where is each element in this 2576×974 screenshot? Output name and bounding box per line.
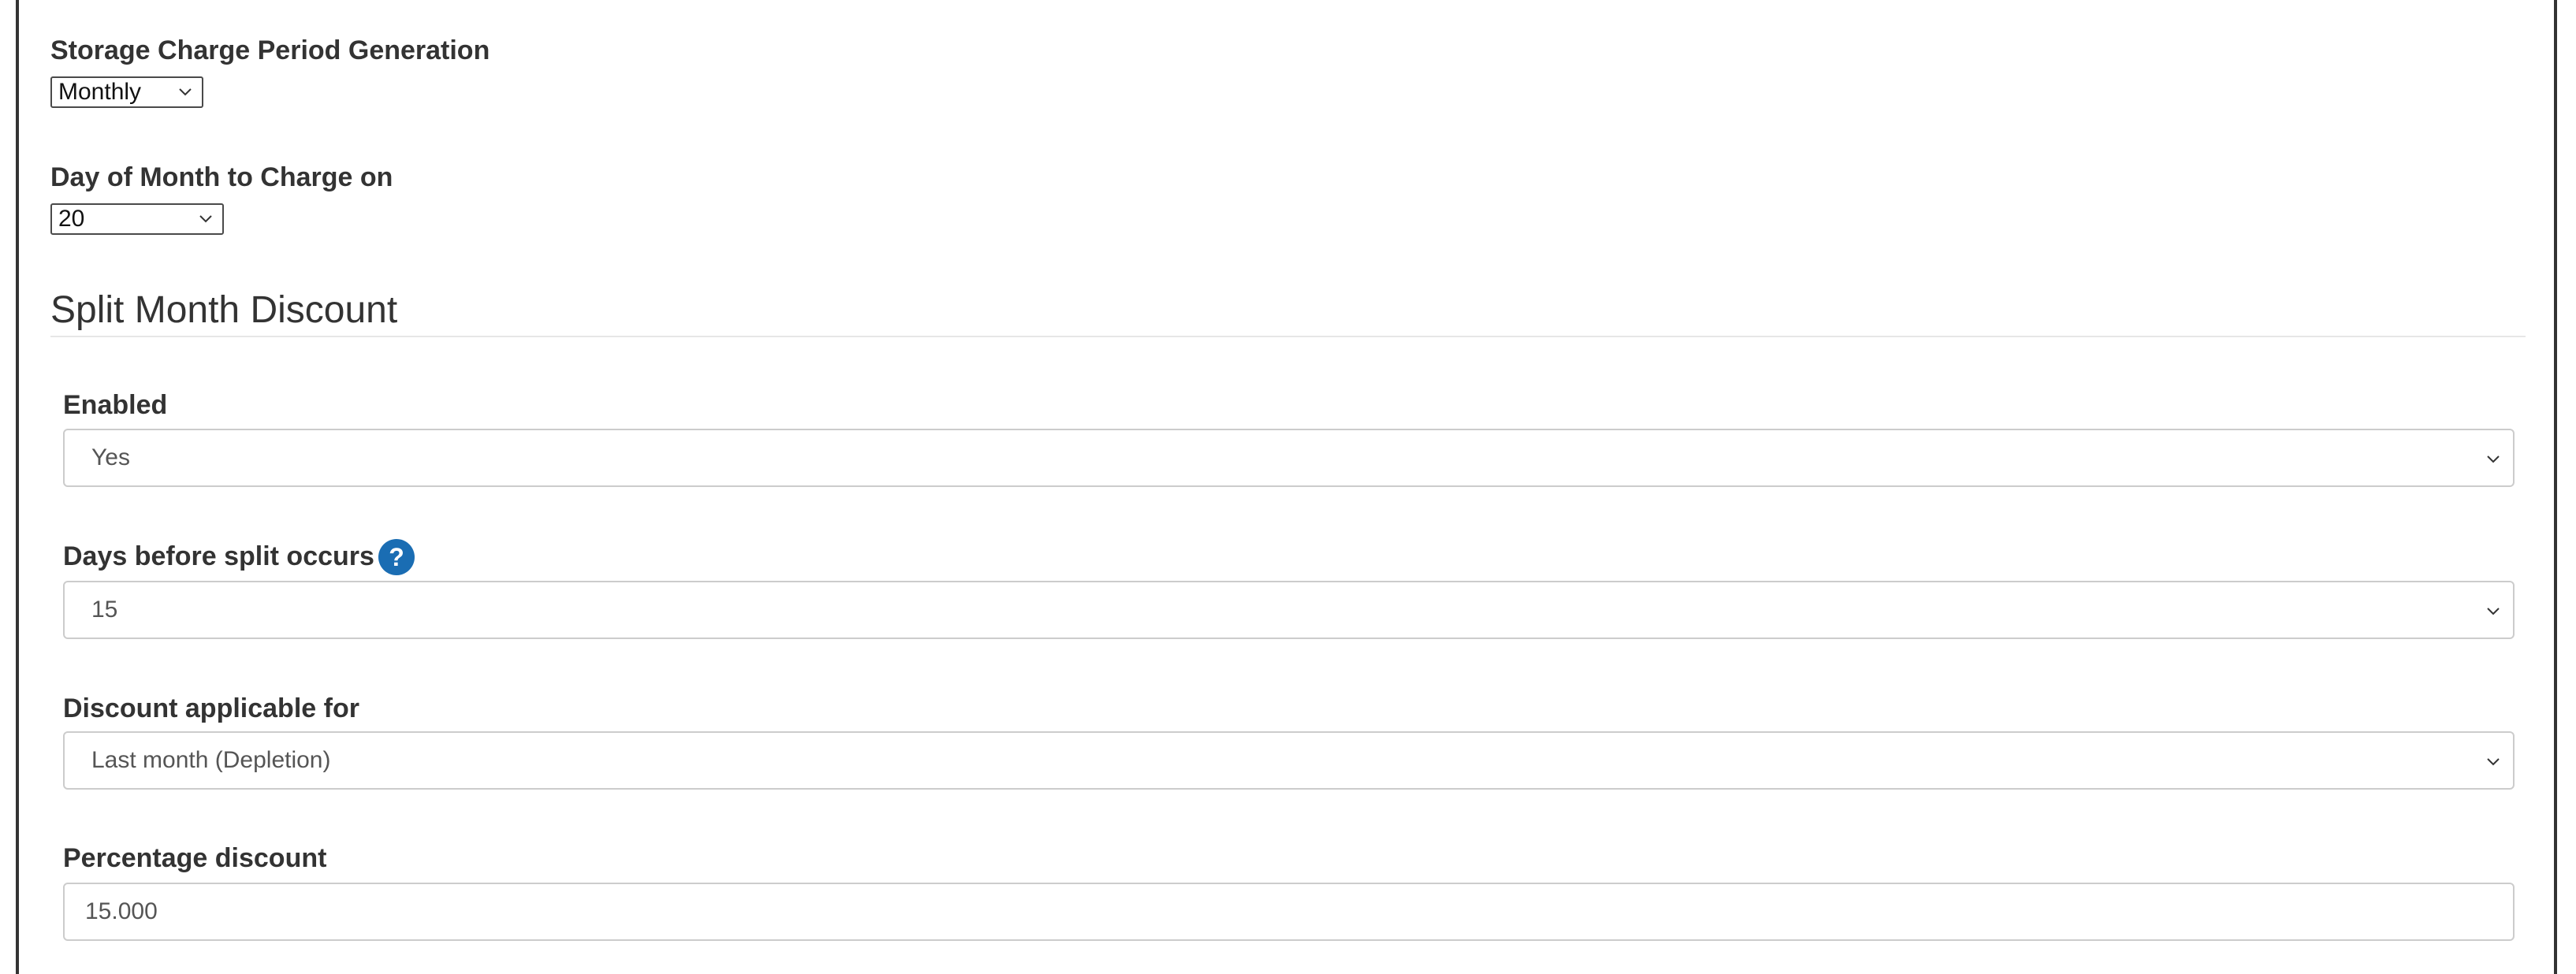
chevron-down-icon [2487,455,2500,463]
day-of-month-label: Day of Month to Charge on [50,162,393,192]
percentage-discount-input[interactable] [63,883,2515,941]
enabled-label: Enabled [63,390,168,420]
percentage-discount-label: Percentage discount [63,843,327,873]
section-divider [50,336,2526,337]
storage-charge-period-select[interactable]: Monthly [50,76,203,108]
discount-applicable-label: Discount applicable for [63,693,359,723]
chevron-down-icon [2487,608,2500,615]
days-before-split-value: 15 [91,597,118,623]
chevron-down-icon [2487,758,2500,766]
discount-applicable-value: Last month (Depletion) [91,747,331,773]
day-of-month-select[interactable]: 20 [50,203,224,235]
page-frame [16,0,2557,974]
chevron-down-icon [199,215,212,223]
question-circle-icon[interactable]: ? [378,539,415,575]
split-month-discount-heading: Split Month Discount [50,289,398,331]
chevron-down-icon [179,88,192,96]
days-before-split-label: Days before split occurs [63,541,374,571]
day-of-month-value: 20 [58,206,85,232]
storage-charge-period-value: Monthly [58,79,142,105]
enabled-value: Yes [91,444,130,470]
discount-applicable-select[interactable]: Last month (Depletion) [63,731,2515,790]
enabled-select[interactable]: Yes [63,429,2515,487]
days-before-split-select[interactable]: 15 [63,581,2515,639]
storage-charge-period-label: Storage Charge Period Generation [50,35,490,65]
